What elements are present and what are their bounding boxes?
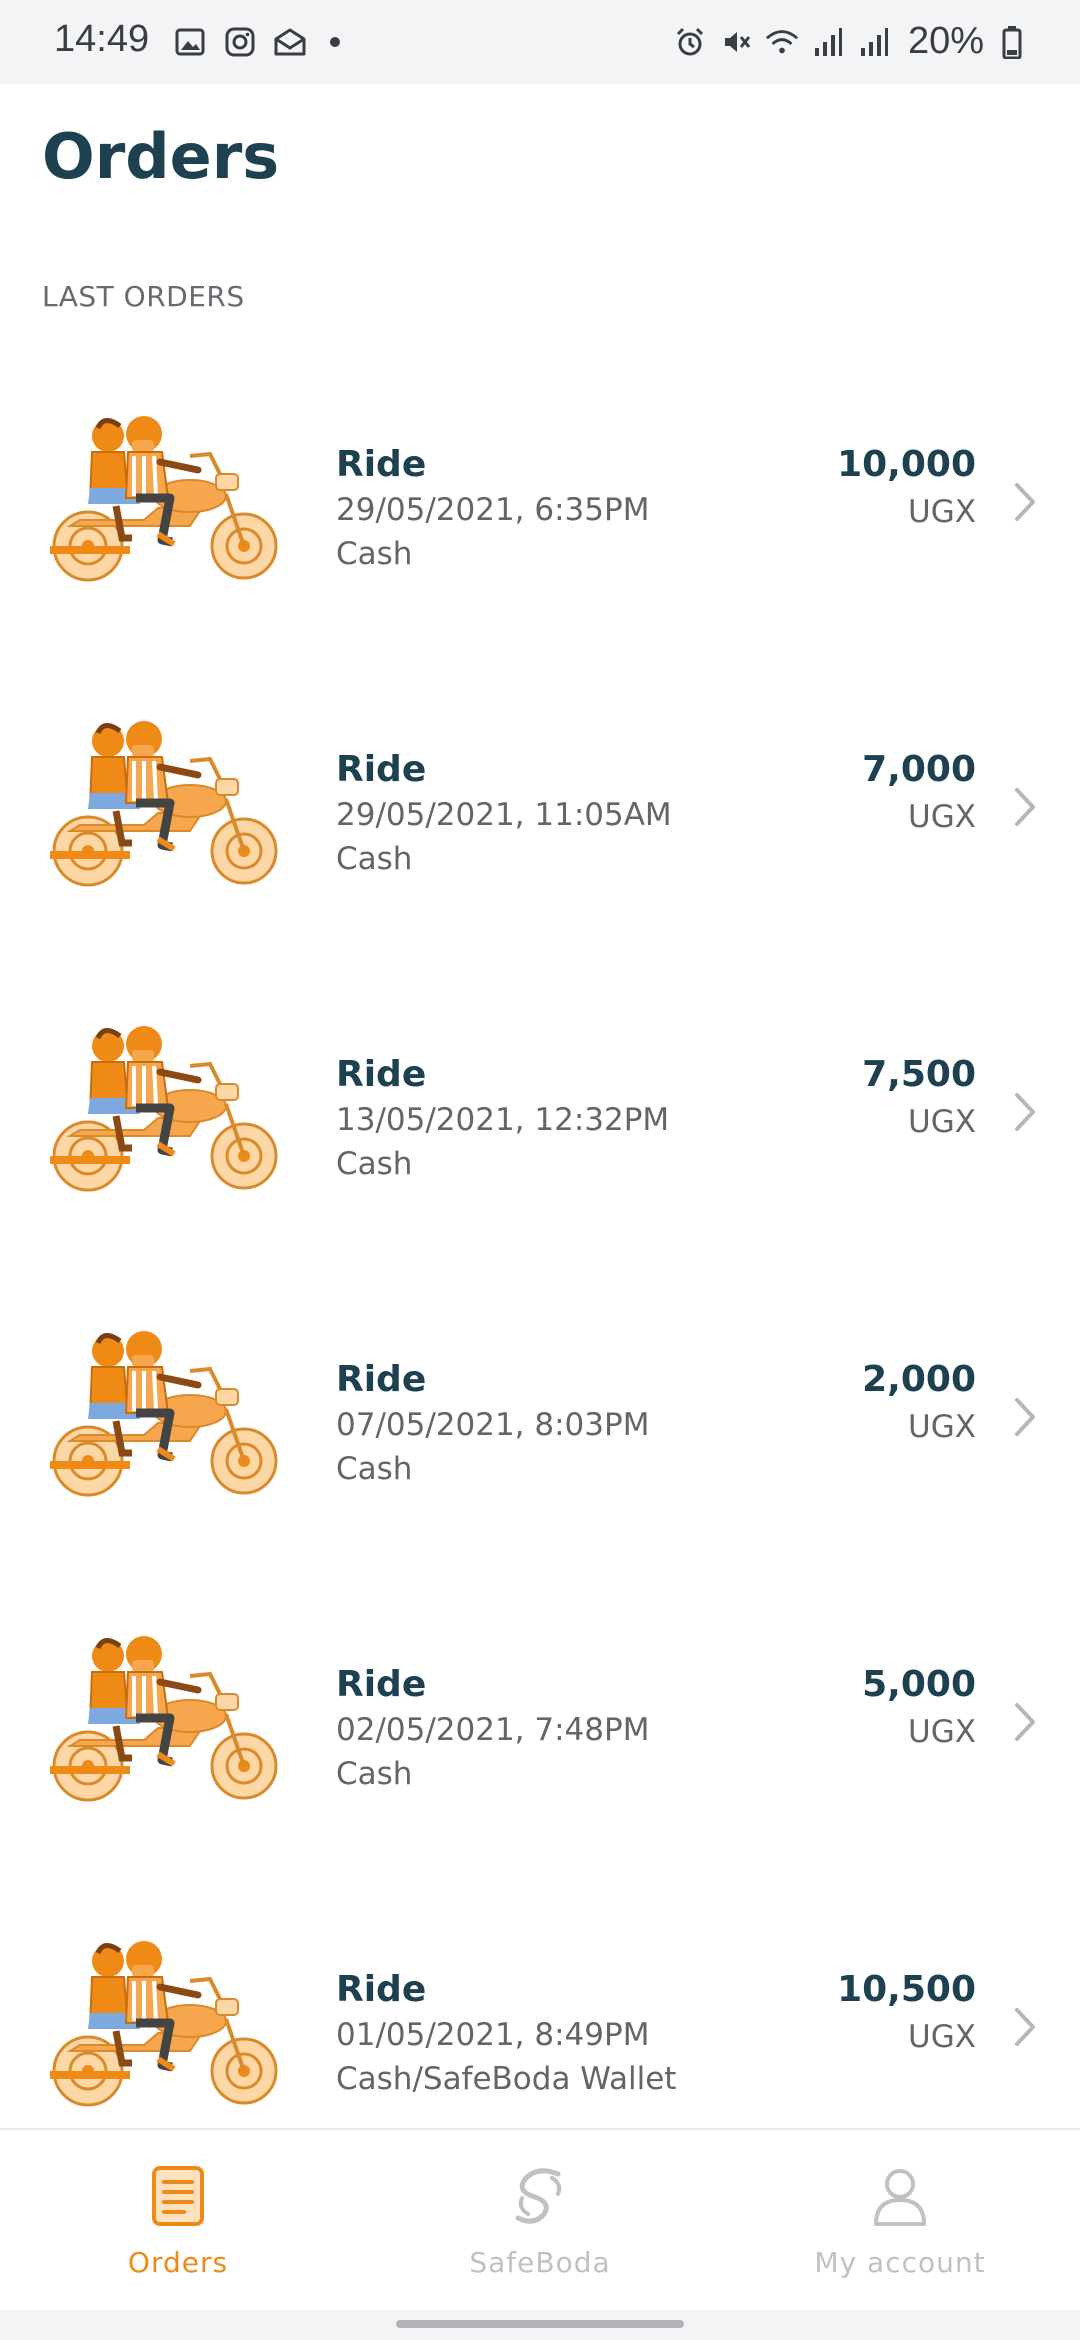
order-title: Ride — [336, 1969, 427, 2010]
order-info: Ride 29/05/2021, 6:35PM Cash — [336, 442, 649, 576]
orders-icon — [152, 2166, 204, 2226]
wifi-icon — [764, 24, 800, 60]
nav-label-safeboda: SafeBoda — [469, 2246, 611, 2279]
order-datetime: 13/05/2021, 12:32PM — [336, 1102, 670, 1138]
order-amount: 10,500 UGX — [837, 1967, 976, 2061]
boda-ride-illustration-icon — [40, 715, 280, 895]
chevron-right-icon — [1015, 788, 1035, 826]
order-amount: 7,000 UGX — [862, 747, 976, 841]
vibrate-mute-icon — [718, 24, 754, 60]
order-datetime: 29/05/2021, 6:35PM — [336, 492, 650, 528]
safeboda-logo-icon — [515, 2168, 562, 2224]
order-amount-value: 7,000 — [862, 749, 976, 790]
orders-list: Ride 29/05/2021, 6:35PM Cash 10,000 UGX … — [0, 372, 1080, 2202]
order-currency: UGX — [908, 1714, 976, 1750]
order-payment-method: Cash — [336, 1146, 413, 1182]
system-navigation-bar — [0, 2310, 1080, 2340]
battery-percent: 20% — [907, 20, 984, 62]
order-datetime: 02/05/2021, 7:48PM — [336, 1712, 650, 1748]
order-currency: UGX — [908, 494, 976, 530]
order-list-item[interactable]: Ride 29/05/2021, 11:05AM Cash 7,000 UGX — [0, 677, 1080, 982]
nav-label-my-account: My account — [814, 2246, 986, 2279]
bottom-navigation: Orders SafeBoda My account — [0, 2128, 1080, 2312]
order-list-item[interactable]: Ride 29/05/2021, 6:35PM Cash 10,000 UGX — [0, 372, 1080, 677]
status-right-icons: 20% — [672, 20, 1030, 63]
order-amount-value: 5,000 — [862, 1664, 976, 1705]
order-payment-method: Cash — [336, 1756, 413, 1792]
order-title: Ride — [336, 1664, 427, 1705]
status-time: 14:49 — [54, 18, 150, 60]
nav-label-orders: Orders — [127, 2246, 229, 2279]
nav-tab-safeboda[interactable]: SafeBoda — [390, 2164, 690, 2279]
signal-icon — [856, 24, 892, 60]
order-info: Ride 01/05/2021, 8:49PM Cash/SafeBoda Wa… — [336, 1967, 676, 2101]
order-amount: 2,000 UGX — [862, 1357, 976, 1451]
chevron-right-icon — [1015, 2008, 1035, 2046]
section-label-last-orders: LAST ORDERS — [42, 280, 245, 313]
order-datetime: 29/05/2021, 11:05AM — [336, 797, 672, 833]
boda-ride-illustration-icon — [40, 410, 280, 590]
order-list-item[interactable]: Ride 07/05/2021, 8:03PM Cash 2,000 UGX — [0, 1287, 1080, 1592]
boda-ride-illustration-icon — [40, 1935, 280, 2115]
account-icon — [874, 2169, 926, 2226]
nav-tab-orders[interactable]: Orders — [28, 2164, 328, 2279]
chevron-right-icon — [1015, 1093, 1035, 1131]
boda-ride-illustration-icon — [40, 1020, 280, 1200]
order-amount: 5,000 UGX — [862, 1662, 976, 1756]
chevron-right-icon — [1015, 1398, 1035, 1436]
order-info: Ride 02/05/2021, 7:48PM Cash — [336, 1662, 649, 1796]
chevron-right-icon — [1015, 483, 1035, 521]
alarm-icon — [672, 24, 708, 60]
order-info: Ride 07/05/2021, 8:03PM Cash — [336, 1357, 649, 1491]
home-indicator[interactable] — [396, 2320, 684, 2328]
mail-open-icon — [272, 24, 308, 60]
order-info: Ride 29/05/2021, 11:05AM Cash — [336, 747, 672, 881]
boda-ride-illustration-icon — [40, 1630, 280, 1810]
order-info: Ride 13/05/2021, 12:32PM Cash — [336, 1052, 669, 1186]
order-amount-value: 2,000 — [862, 1359, 976, 1400]
order-currency: UGX — [908, 1104, 976, 1140]
order-currency: UGX — [908, 1409, 976, 1445]
status-left-icons — [172, 24, 340, 60]
notification-dot-icon — [330, 37, 340, 47]
order-currency: UGX — [908, 799, 976, 835]
order-amount: 7,500 UGX — [862, 1052, 976, 1146]
nav-tab-my-account[interactable]: My account — [750, 2164, 1050, 2279]
order-payment-method: Cash/SafeBoda Wallet — [336, 2061, 677, 2097]
page-title: Orders — [42, 120, 280, 193]
order-datetime: 07/05/2021, 8:03PM — [336, 1407, 650, 1443]
gallery-icon — [172, 24, 208, 60]
battery-icon — [994, 24, 1030, 60]
order-title: Ride — [336, 1359, 427, 1400]
order-currency: UGX — [908, 2019, 976, 2055]
order-payment-method: Cash — [336, 536, 413, 572]
order-payment-method: Cash — [336, 841, 413, 877]
signal-icon — [810, 24, 846, 60]
order-payment-method: Cash — [336, 1451, 413, 1487]
order-amount-value: 7,500 — [862, 1054, 976, 1095]
order-list-item[interactable]: Ride 02/05/2021, 7:48PM Cash 5,000 UGX — [0, 1592, 1080, 1897]
order-list-item[interactable]: Ride 13/05/2021, 12:32PM Cash 7,500 UGX — [0, 982, 1080, 1287]
order-amount: 10,000 UGX — [837, 442, 976, 536]
order-title: Ride — [336, 749, 427, 790]
order-title: Ride — [336, 1054, 427, 1095]
status-bar: 14:49 20% — [0, 0, 1080, 84]
order-amount-value: 10,000 — [837, 444, 976, 485]
boda-ride-illustration-icon — [40, 1325, 280, 1505]
instagram-icon — [222, 24, 258, 60]
chevron-right-icon — [1015, 1703, 1035, 1741]
order-amount-value: 10,500 — [837, 1969, 976, 2010]
order-datetime: 01/05/2021, 8:49PM — [336, 2017, 650, 2053]
order-title: Ride — [336, 444, 427, 485]
